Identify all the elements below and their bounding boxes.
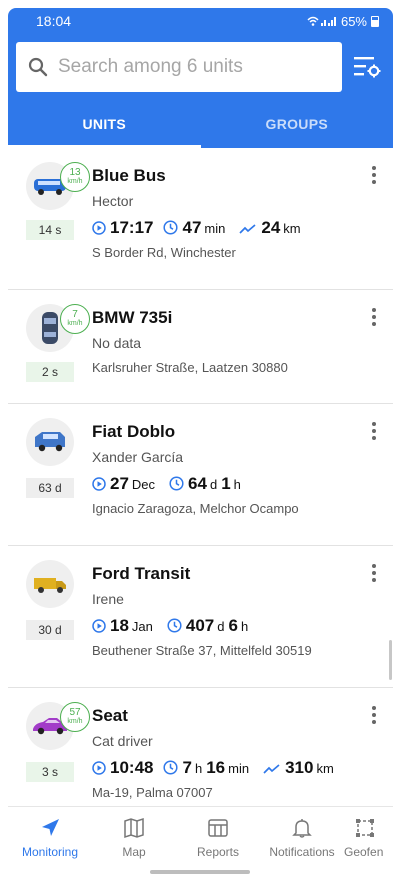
- driver-name: Xander García: [92, 449, 184, 465]
- mileage-icon: [263, 764, 280, 774]
- status-time: 18:04: [36, 13, 72, 29]
- car-top-icon: [42, 312, 58, 344]
- nav-label: Monitoring: [21, 845, 79, 859]
- nav-monitoring[interactable]: Monitoring: [8, 807, 92, 866]
- tab-units[interactable]: UNITS: [8, 100, 201, 148]
- last-message-age: 3 s: [26, 762, 74, 782]
- search-input[interactable]: [58, 56, 318, 78]
- unit-list[interactable]: 13 km/h 14 s Blue Bus Hector 17:17 47 min …: [8, 148, 393, 806]
- list-settings-icon[interactable]: [352, 54, 382, 80]
- unit-address: Beuthener Straße 37, Mittelfeld 30519: [92, 643, 312, 658]
- clock-icon: [167, 618, 182, 633]
- clock-icon: [169, 476, 184, 491]
- home-indicator[interactable]: [150, 870, 250, 874]
- unit-row[interactable]: 57 km/h 3 s Seat Cat driver 10:48 7 h 16 min…: [8, 688, 393, 806]
- unit-row[interactable]: 7 km/h 2 s BMW 735i No data Karlsruher St…: [8, 290, 393, 404]
- speed-badge: 13 km/h: [60, 162, 90, 192]
- trip-stats: 27 Dec 64 d 1 h: [92, 474, 255, 494]
- navigation-arrow-icon: [42, 819, 59, 836]
- van-icon: [35, 432, 65, 452]
- map-icon: [124, 817, 144, 839]
- more-options-icon[interactable]: [367, 562, 381, 584]
- last-message-age: 2 s: [26, 362, 74, 382]
- unit-name: BMW 735i: [92, 308, 173, 327]
- more-options-icon[interactable]: [367, 420, 381, 442]
- unit-row[interactable]: 30 d Ford Transit Irene 18 Jan 407 d 6 h Beu…: [8, 546, 393, 688]
- play-circle-icon: [92, 221, 106, 235]
- bottom-navigation: Monitoring Map Reports Notifications Geo…: [8, 806, 393, 866]
- play-circle-icon: [92, 761, 106, 775]
- truck-icon: [34, 578, 66, 593]
- clock-icon: [163, 760, 179, 775]
- trip-stats: 18 Jan 407 d 6 h: [92, 616, 262, 636]
- wifi-signal-icon: [307, 16, 336, 26]
- driver-name: No data: [92, 335, 142, 351]
- unit-avatar: [26, 418, 74, 466]
- driver-name: Cat driver: [92, 733, 153, 749]
- nav-label: Map: [122, 845, 146, 859]
- unit-address: Ignacio Zaragoza, Melchor Ocampo: [92, 501, 299, 516]
- unit-name: Blue Bus: [92, 166, 166, 185]
- last-message-age: 63 d: [26, 478, 74, 498]
- unit-row[interactable]: 63 d Fiat Doblo Xander García 27 Dec 64 d 1…: [8, 404, 393, 546]
- search-box[interactable]: [16, 42, 342, 92]
- tab-groups[interactable]: GROUPS: [201, 100, 394, 148]
- unit-avatar: [26, 560, 74, 608]
- unit-name: Seat: [92, 706, 128, 725]
- unit-address: Ma-19, Palma 07007: [92, 785, 213, 800]
- nav-label: Reports: [196, 845, 240, 859]
- more-options-icon[interactable]: [367, 704, 381, 726]
- more-options-icon[interactable]: [367, 306, 381, 328]
- search-icon: [28, 57, 48, 77]
- unit-name: Fiat Doblo: [92, 422, 176, 441]
- nav-geofences[interactable]: Geofen: [344, 807, 393, 866]
- play-circle-icon: [92, 477, 106, 491]
- tab-bar: UNITS GROUPS: [8, 100, 393, 148]
- battery-percent: 65%: [340, 13, 367, 29]
- play-circle-icon: [92, 619, 106, 633]
- trip-stats: 10:48 7 h 16 min 310 km: [92, 758, 348, 778]
- bell-icon: [292, 819, 312, 838]
- nav-reports[interactable]: Reports: [176, 807, 260, 866]
- last-message-age: 30 d: [26, 620, 74, 640]
- unit-name: Ford Transit: [92, 564, 191, 583]
- nav-notifications[interactable]: Notifications: [260, 807, 344, 866]
- nav-label: Geofen: [344, 845, 384, 859]
- scrollbar[interactable]: [389, 640, 392, 680]
- status-icons: 65%: [307, 14, 379, 29]
- battery-icon: [371, 15, 379, 27]
- unit-address: S Border Rd, Winchester: [92, 245, 236, 260]
- speed-badge: 7 km/h: [60, 304, 90, 334]
- last-message-age: 14 s: [26, 220, 74, 240]
- driver-name: Irene: [92, 591, 124, 607]
- more-options-icon[interactable]: [367, 164, 381, 186]
- mileage-icon: [239, 224, 256, 234]
- app-header: UNITS GROUPS: [8, 34, 393, 148]
- unit-address: Karlsruher Straße, Laatzen 30880: [92, 360, 288, 375]
- geofence-icon: [356, 819, 374, 837]
- nav-label: Notifications: [269, 845, 335, 859]
- unit-row[interactable]: 13 km/h 14 s Blue Bus Hector 17:17 47 min …: [8, 148, 393, 290]
- reports-icon: [208, 819, 228, 837]
- clock-icon: [163, 220, 179, 235]
- trip-stats: 17:17 47 min 24 km: [92, 218, 315, 238]
- speed-badge: 57 km/h: [60, 702, 90, 732]
- status-bar: 18:04 65%: [8, 8, 393, 34]
- driver-name: Hector: [92, 193, 134, 209]
- nav-map[interactable]: Map: [92, 807, 176, 866]
